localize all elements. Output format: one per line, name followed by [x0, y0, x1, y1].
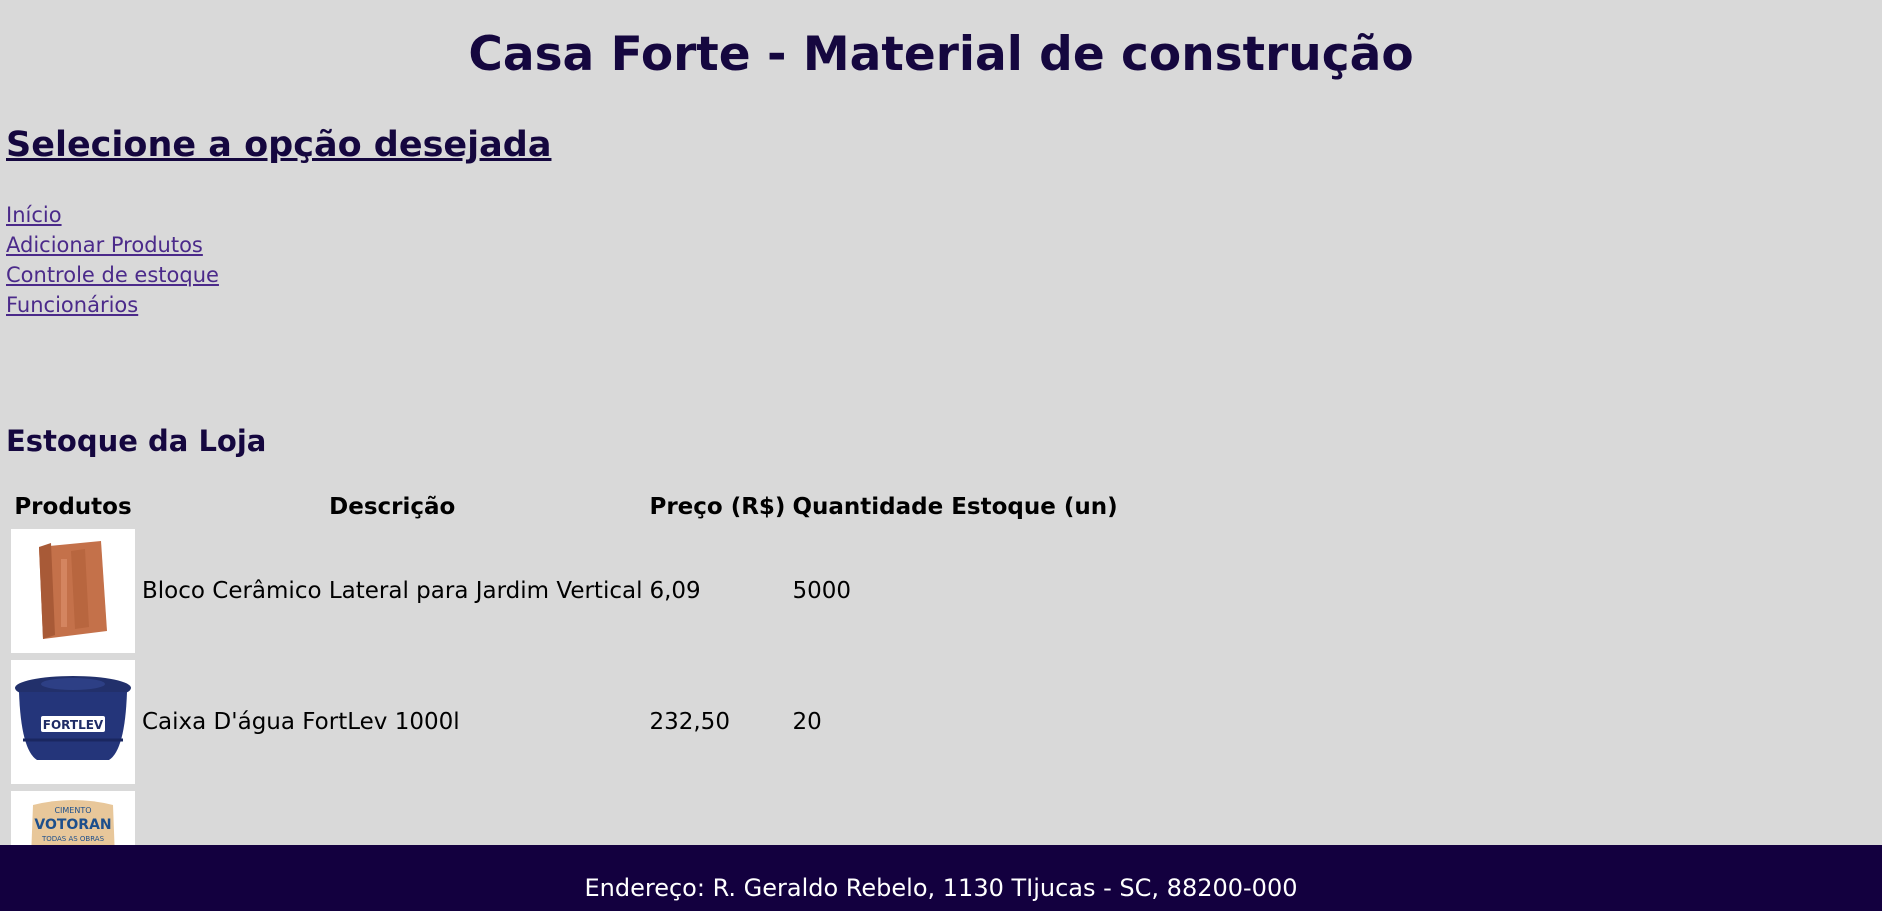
ceramic-block-icon — [11, 529, 135, 653]
column-header-quantidade: Quantidade Estoque (un) — [792, 494, 1118, 520]
nav-item-controle-estoque: Controle de estoque — [6, 260, 219, 290]
nav-link-controle-estoque[interactable]: Controle de estoque — [6, 263, 219, 287]
nav-link-funcionarios[interactable]: Funcionários — [6, 293, 138, 317]
nav-item-adicionar-produtos: Adicionar Produtos — [6, 230, 219, 260]
page-title: Casa Forte - Material de construção — [468, 27, 1414, 82]
table-row: FORTLEV Caixa D'água FortLev 1000l 232,5… — [9, 658, 1120, 786]
product-quantity: 20 — [792, 709, 822, 735]
footer: Endereço: R. Geraldo Rebelo, 1130 TIjuca… — [0, 845, 1882, 911]
product-quantity: 5000 — [792, 578, 851, 604]
product-price: 6,09 — [649, 578, 701, 604]
stock-heading: Estoque da Loja — [6, 424, 267, 458]
nav-link-adicionar-produtos[interactable]: Adicionar Produtos — [6, 233, 203, 257]
menu-heading: Selecione a opção desejada — [6, 125, 552, 165]
table-header-row: Produtos Descrição Preço (R$) Quantidade… — [9, 490, 1120, 524]
product-price: 232,50 — [649, 709, 730, 735]
column-header-produtos: Produtos — [14, 494, 132, 520]
product-description: Bloco Cerâmico Lateral para Jardim Verti… — [142, 578, 643, 604]
nav-menu: Início Adicionar Produtos Controle de es… — [6, 200, 219, 320]
nav-item-funcionarios: Funcionários — [6, 290, 219, 320]
svg-text:FORTLEV: FORTLEV — [43, 718, 104, 732]
column-header-descricao: Descrição — [329, 494, 456, 520]
product-description: Caixa D'água FortLev 1000l — [142, 709, 460, 735]
svg-text:VOTORAN: VOTORAN — [34, 817, 111, 833]
nav-link-inicio[interactable]: Início — [6, 203, 62, 227]
svg-text:CIMENTO: CIMENTO — [54, 806, 91, 815]
nav-item-inicio: Início — [6, 200, 219, 230]
table-row: Bloco Cerâmico Lateral para Jardim Verti… — [9, 527, 1120, 655]
footer-address: Endereço: R. Geraldo Rebelo, 1130 TIjuca… — [584, 874, 1298, 902]
column-header-preco: Preço (R$) — [649, 494, 786, 520]
page: Casa Forte - Material de construção Sele… — [0, 0, 1882, 911]
svg-text:TODAS AS OBRAS: TODAS AS OBRAS — [41, 835, 105, 843]
water-tank-icon: FORTLEV — [11, 660, 135, 784]
